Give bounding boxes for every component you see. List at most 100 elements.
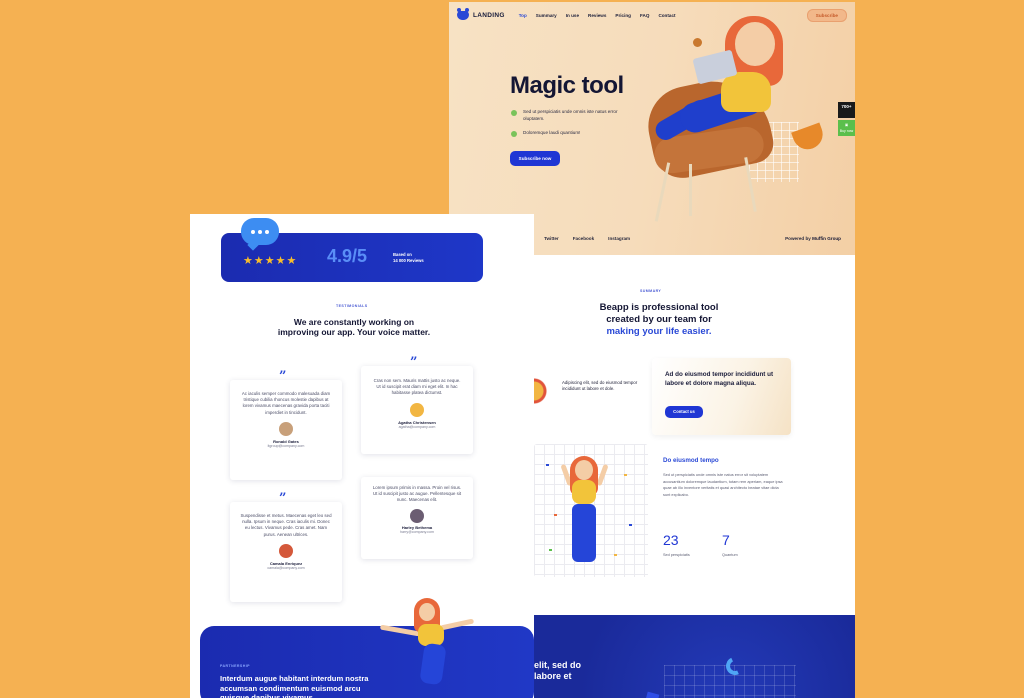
logo-text: LANDING <box>473 11 505 19</box>
stat-label: Sed perspiciatis <box>663 553 690 557</box>
nav-link-faq[interactable]: FAQ <box>640 13 649 18</box>
contact-card-text: Ad do eiusmod tempor incididunt ut labor… <box>665 371 774 387</box>
cta-band-text: elit, sed do labore et <box>534 660 581 682</box>
testimonial-card: Lorem ipsum primis in massa. Proin vel r… <box>361 477 473 559</box>
hero-title: Magic tool <box>510 72 624 99</box>
testimonials-label: TESTIMONIALS <box>336 304 368 308</box>
summary-heading-highlight: making your life easier. <box>606 326 712 337</box>
logo-icon <box>457 7 469 20</box>
nav-link-pricing[interactable]: Pricing <box>615 13 631 18</box>
buy-now-label: Buy now <box>839 129 854 133</box>
nav-link-in-use[interactable]: In use <box>566 13 579 18</box>
contact-us-button[interactable]: Contact us <box>665 406 703 418</box>
cube-decoration <box>644 691 660 698</box>
avatar <box>410 508 424 523</box>
testimonial-text: Cras non sem. Mauris mattis justo ac neq… <box>373 378 461 396</box>
rating-subtitle-line: 14 000 Reviews <box>393 258 424 263</box>
block-text: Sed ut perspiciatis unde omnis iste natu… <box>663 472 783 497</box>
hero-bullet: Sed ut perspiciatis unde omnis iste natu… <box>511 109 623 122</box>
chat-dot <box>258 229 262 234</box>
cta-band-line: elit, sed do <box>534 660 582 670</box>
chair-leg <box>689 164 692 216</box>
testimonial-email[interactable]: agatha@company.com <box>361 425 473 429</box>
testimonial-email[interactable]: camala@company.com <box>230 566 342 570</box>
figure-pants <box>572 504 596 562</box>
quote-icon: ” <box>279 491 287 506</box>
sun-illustration <box>534 376 554 406</box>
figure-shirt <box>572 480 596 504</box>
powered-by-label: Powered by <box>785 236 811 241</box>
testimonial-text: Suspendisse et metus. Maecenas eget leo … <box>240 513 332 537</box>
buy-now-badge[interactable]: ▣ Buy now <box>838 120 855 136</box>
logo[interactable]: LANDING <box>457 7 505 20</box>
feature-text: Adipiscing elit, sed do eiusmod tempor i… <box>562 380 638 391</box>
nav-link-contact[interactable]: Contact <box>658 13 675 18</box>
testimonial-card: ” Suspendisse et metus. Maecenas eget le… <box>230 492 342 602</box>
figure-body <box>721 72 771 112</box>
instagram-link[interactable]: Instagram <box>608 236 630 241</box>
cta-band: elit, sed do labore et <box>534 615 855 698</box>
confetti <box>624 474 627 476</box>
twitter-link[interactable]: Twitter <box>544 236 559 241</box>
testimonial-text: Lorem ipsum primis in massa. Proin vel r… <box>372 485 462 503</box>
hero-footer: Twitter Facebook Instagram Powered by Mu… <box>544 236 841 241</box>
testimonial-text: Ac iaculis semper commodo malesuada diam… <box>241 391 331 415</box>
nav-links: Top Summary In use Reviews Pricing FAQ C… <box>519 13 676 18</box>
dancer-illustration <box>534 444 648 577</box>
nav-link-top[interactable]: Top <box>519 13 527 18</box>
cart-icon: ▣ <box>844 123 849 127</box>
summary-heading: Beapp is professional tool created by ou… <box>569 302 749 338</box>
check-icon <box>511 131 517 137</box>
subscribe-button[interactable]: Subscribe <box>806 8 847 22</box>
quote-icon: ” <box>279 369 287 384</box>
reviews-page: ★★★★★ 4.9/5 Based on 14 000 Reviews TEST… <box>190 214 534 698</box>
cta-band-line: labore et <box>534 671 572 681</box>
quote-icon: ” <box>410 355 418 370</box>
testimonial-card: ” Cras non sem. Mauris mattis justo ac n… <box>361 356 473 454</box>
partnership-banner: PARTNERSHIP Interdum augue habitant inte… <box>200 626 534 698</box>
star-rating-icons: ★★★★★ <box>243 254 298 267</box>
top-nav: LANDING Top Summary In use Reviews Prici… <box>457 7 847 22</box>
powered-by-name[interactable]: Muffin Group <box>812 236 841 241</box>
summary-label: SUMMARY <box>640 289 662 293</box>
facebook-link[interactable]: Facebook <box>573 236 594 241</box>
chat-dot <box>251 229 255 234</box>
testimonial-email[interactable]: itgroup@company.com <box>230 444 342 448</box>
hero-bullet: Doloremque laudi quantium! <box>511 130 623 137</box>
block-title: Do eiusmod tempo <box>663 457 719 464</box>
ball-decoration <box>693 38 702 47</box>
powered-by: Powered by Muffin Group <box>785 236 841 241</box>
chat-dot <box>265 229 269 234</box>
stat-label: Quantum <box>722 553 738 557</box>
figure-head <box>419 603 435 621</box>
count-badge[interactable]: 700+ <box>838 102 855 118</box>
rating-subtitle: Based on 14 000 Reviews <box>393 252 424 264</box>
confetti <box>554 514 557 516</box>
subscribe-now-button[interactable]: Subscribe now <box>510 151 560 166</box>
confetti <box>629 524 632 526</box>
avatar <box>279 421 293 436</box>
confetti <box>546 464 549 466</box>
testimonial-email[interactable]: harry@company.com <box>361 530 473 534</box>
chair-leg <box>654 162 671 222</box>
rating-value: 4.9/5 <box>327 246 368 266</box>
partnership-text: Interdum augue habitant interdum nostra … <box>220 674 369 698</box>
avatar <box>410 402 424 417</box>
figure-arm <box>596 463 609 487</box>
contact-card: Ad do eiusmod tempor incididunt ut labor… <box>652 358 791 435</box>
nav-link-summary[interactable]: Summary <box>536 13 557 18</box>
avatar <box>279 543 293 558</box>
check-icon <box>511 110 517 116</box>
stat-value: 7 <box>722 532 730 548</box>
testimonial-card: ” Ac iaculis semper commodo malesuada di… <box>230 370 342 480</box>
hero-bullet-text: Doloremque laudi quantium! <box>523 130 581 135</box>
summary-heading-line: created by our team for <box>606 314 712 325</box>
figure-head <box>735 22 775 66</box>
stat-value: 23 <box>663 532 679 548</box>
hero-bullet-text: Sed ut perspiciatis unde omnis iste natu… <box>523 109 618 121</box>
confetti <box>614 554 617 556</box>
confetti <box>549 549 552 551</box>
summary-heading-line: Beapp is professional tool <box>599 302 719 313</box>
nav-link-reviews[interactable]: Reviews <box>588 13 606 18</box>
figure-head <box>575 460 593 480</box>
